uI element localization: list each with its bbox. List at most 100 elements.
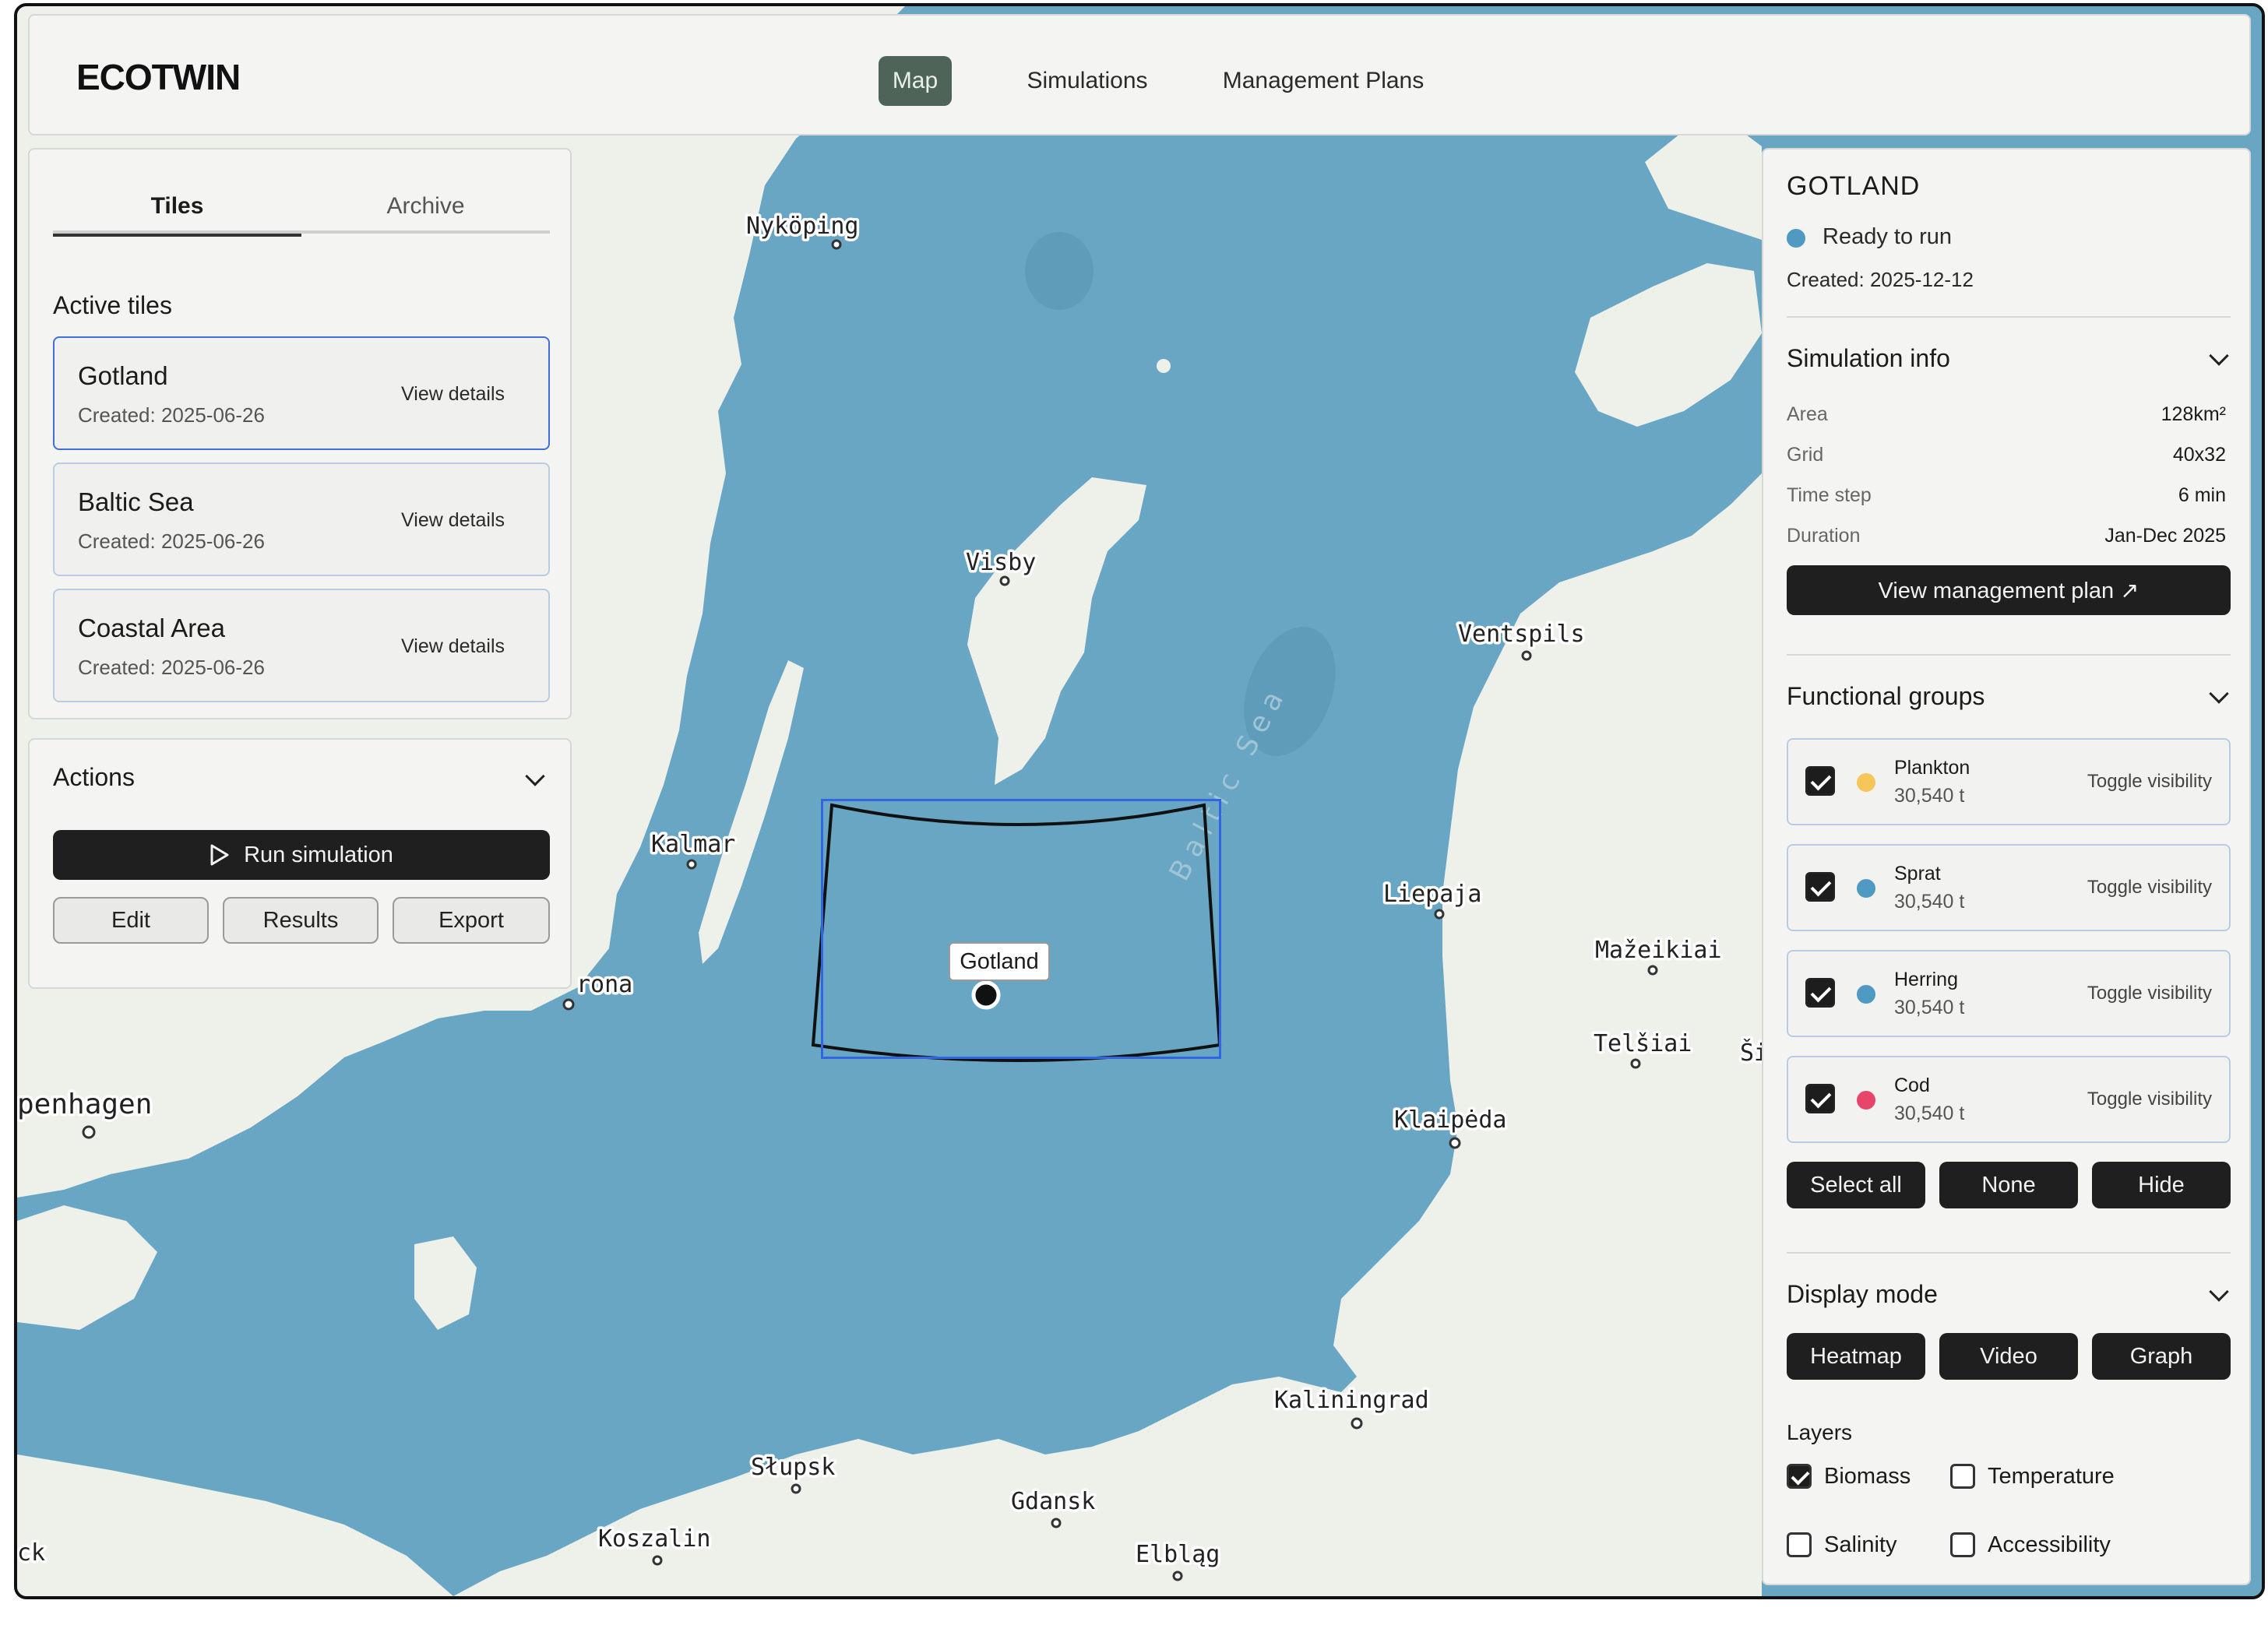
info-label-timestep: Time step xyxy=(1787,484,1872,506)
tile-map-label: Gotland xyxy=(949,942,1050,981)
tab-archive[interactable]: Archive xyxy=(301,188,550,234)
info-value-grid: 40x32 xyxy=(2172,444,2226,466)
toggle-visibility-link[interactable]: Toggle visibility xyxy=(2087,771,2212,793)
layer-checkbox-biomass[interactable] xyxy=(1787,1464,1812,1489)
toggle-visibility-link[interactable]: Toggle visibility xyxy=(2087,983,2212,1004)
group-checkbox[interactable] xyxy=(1805,978,1835,1008)
info-label-grid: Grid xyxy=(1787,444,1824,466)
group-color-dot xyxy=(1857,773,1875,792)
tile-card-baltic-sea[interactable]: Baltic Sea Created: 2025-06-26 View deta… xyxy=(53,463,550,576)
city-slupsk: Słupsk xyxy=(751,1454,835,1481)
tile-name: Baltic Sea xyxy=(78,487,194,516)
info-value-timestep: 6 min xyxy=(2178,484,2226,506)
hide-button[interactable]: Hide xyxy=(2092,1162,2231,1208)
group-value: 30,540 t xyxy=(1894,785,1965,807)
actions-heading: Actions xyxy=(53,763,135,791)
group-checkbox[interactable] xyxy=(1805,1084,1835,1113)
info-label-area: Area xyxy=(1787,403,1828,425)
nav-map[interactable]: Map xyxy=(879,56,952,106)
group-color-dot xyxy=(1857,985,1875,1004)
tiles-panel: Tiles Archive Active tiles Gotland Creat… xyxy=(28,148,572,719)
tile-card-gotland[interactable]: Gotland Created: 2025-06-26 View details xyxy=(53,336,550,450)
city-klaipeda: Klaipėda xyxy=(1394,1106,1507,1134)
select-all-button[interactable]: Select all xyxy=(1787,1162,1925,1208)
group-value: 30,540 t xyxy=(1894,891,1965,913)
layer-label-salinity: Salinity xyxy=(1824,1532,1897,1557)
functional-groups-heading: Functional groups xyxy=(1787,682,1985,710)
tab-tiles[interactable]: Tiles xyxy=(53,188,301,237)
group-name: Plankton xyxy=(1894,757,1970,779)
city-verona: rona xyxy=(576,971,632,998)
video-button[interactable]: Video xyxy=(1939,1333,2078,1380)
group-card-plankton: Plankton 30,540 t Toggle visibility xyxy=(1787,738,2231,825)
tile-created: Created: 2025-06-26 xyxy=(78,403,265,427)
layer-label-biomass: Biomass xyxy=(1824,1464,1911,1489)
chevron-down-icon[interactable] xyxy=(2209,684,2229,704)
tile-card-coastal-area[interactable]: Coastal Area Created: 2025-06-26 View de… xyxy=(53,589,550,702)
toggle-visibility-link[interactable]: Toggle visibility xyxy=(2087,1089,2212,1110)
run-simulation-button[interactable]: Run simulation xyxy=(53,830,550,880)
chevron-down-icon[interactable] xyxy=(2209,1282,2229,1302)
layer-label-temperature: Temperature xyxy=(1988,1464,2115,1489)
layer-label-accessibility: Accessibility xyxy=(1988,1532,2111,1557)
actions-panel: Actions Run simulation Edit Results Expo… xyxy=(28,738,572,989)
city-telsiai: Telšiai xyxy=(1594,1030,1692,1057)
group-name: Sprat xyxy=(1894,863,1941,885)
chevron-down-icon[interactable] xyxy=(525,766,545,786)
detail-title: GOTLAND xyxy=(1787,171,1921,201)
city-nykoping: Nyköping xyxy=(746,213,859,240)
active-tiles-heading: Active tiles xyxy=(53,291,172,319)
layer-checkbox-salinity[interactable] xyxy=(1787,1532,1812,1557)
city-koszalin: Koszalin xyxy=(598,1525,711,1553)
view-details-link[interactable]: View details xyxy=(401,509,505,532)
status-text: Ready to run xyxy=(1822,224,1953,249)
city-copenhagen: penhagen xyxy=(17,1089,152,1120)
city-kalmar: Kalmar xyxy=(651,831,735,858)
city-visby: Visby xyxy=(966,549,1036,576)
tile-created: Created: 2025-06-26 xyxy=(78,529,265,553)
nav-simulations[interactable]: Simulations xyxy=(1002,56,1173,106)
export-button[interactable]: Export xyxy=(393,897,550,944)
app-logo[interactable]: ECOTWIN xyxy=(76,56,241,98)
group-value: 30,540 t xyxy=(1894,997,1965,1018)
view-details-link[interactable]: View details xyxy=(401,635,505,658)
divider xyxy=(1787,316,2231,318)
detail-created: Created: 2025-12-12 xyxy=(1787,268,1974,291)
group-name: Herring xyxy=(1894,969,1958,990)
tile-name: Gotland xyxy=(78,361,168,390)
tiles-tabs: Tiles Archive xyxy=(53,188,550,237)
select-none-button[interactable]: None xyxy=(1939,1162,2078,1208)
group-checkbox[interactable] xyxy=(1805,872,1835,902)
top-navbar: ECOTWIN Map Simulations Management Plans xyxy=(28,14,2251,135)
status-dot xyxy=(1787,229,1805,248)
divider xyxy=(1787,1252,2231,1254)
edit-button[interactable]: Edit xyxy=(53,897,209,944)
layers-heading: Layers xyxy=(1787,1420,1853,1444)
group-checkbox[interactable] xyxy=(1805,766,1835,796)
view-details-link[interactable]: View details xyxy=(401,383,505,406)
heatmap-button[interactable]: Heatmap xyxy=(1787,1333,1925,1380)
divider xyxy=(1787,654,2231,656)
city-ventspils: Ventspils xyxy=(1458,621,1585,648)
group-card-sprat: Sprat 30,540 t Toggle visibility xyxy=(1787,844,2231,931)
app-window: Nyköping Visby Ventspils Kalmar Liepaja … xyxy=(14,3,2265,1599)
view-management-plan-button[interactable]: View management plan ↗ xyxy=(1787,565,2231,615)
layer-checkbox-temperature[interactable] xyxy=(1950,1464,1975,1489)
group-value: 30,540 t xyxy=(1894,1103,1965,1124)
sim-info-heading: Simulation info xyxy=(1787,344,1950,372)
city-gdansk: Gdansk xyxy=(1011,1488,1095,1515)
graph-button[interactable]: Graph xyxy=(2092,1333,2231,1380)
group-card-herring: Herring 30,540 t Toggle visibility xyxy=(1787,950,2231,1037)
results-button[interactable]: Results xyxy=(223,897,379,944)
tile-name: Coastal Area xyxy=(78,614,225,642)
run-simulation-label: Run simulation xyxy=(244,842,393,867)
layer-checkbox-accessibility[interactable] xyxy=(1950,1532,1975,1557)
selection-box xyxy=(821,799,1221,1059)
nav-management-plans[interactable]: Management Plans xyxy=(1210,56,1436,106)
chevron-down-icon[interactable] xyxy=(2209,346,2229,366)
play-icon xyxy=(210,844,229,866)
info-value-duration: Jan-Dec 2025 xyxy=(2104,525,2226,547)
city-mazeikiai: Mažeikiai xyxy=(1595,937,1722,964)
info-value-area: 128km² xyxy=(2161,403,2226,425)
toggle-visibility-link[interactable]: Toggle visibility xyxy=(2087,877,2212,899)
